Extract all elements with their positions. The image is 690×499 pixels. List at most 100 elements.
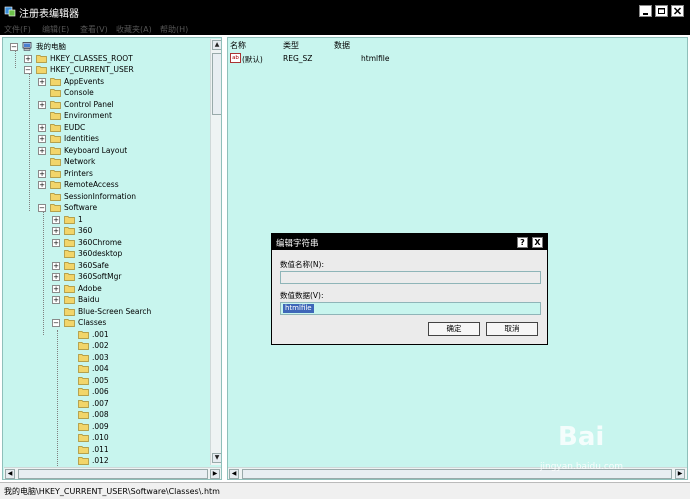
- tree-label: 我的电脑: [36, 42, 66, 51]
- folder-icon: [50, 146, 61, 155]
- folder-icon: [78, 330, 89, 339]
- expand-icon[interactable]: +: [52, 215, 60, 224]
- ok-button[interactable]: 确定: [428, 322, 480, 336]
- registry-tree[interactable]: − 我的电脑 + HKEY_CLASSES_ROOT − HKEY_CURRENT_U…: [2, 37, 222, 480]
- expand-icon[interactable]: +: [52, 296, 60, 304]
- tree-label: 360desktop: [78, 249, 123, 258]
- tree-label: .012: [92, 456, 109, 465]
- tree-label: SessionInformation: [64, 191, 137, 201]
- tree-horizontal-scrollbar[interactable]: ◀ ▶: [4, 467, 221, 479]
- scroll-down-arrow-icon[interactable]: ▼: [212, 453, 221, 463]
- tree-vertical-scrollbar[interactable]: ▲ ▼: [210, 39, 221, 465]
- tree-label: Classes: [78, 318, 107, 327]
- collapse-icon[interactable]: −: [24, 66, 32, 74]
- value-data-label: 数值数据(V):: [280, 291, 324, 300]
- folder-icon: [50, 192, 61, 201]
- folder-icon: [64, 250, 75, 258]
- collapse-icon[interactable]: −: [52, 319, 60, 327]
- tree-label: 360SoftMgr: [78, 272, 122, 281]
- close-icon: [673, 7, 682, 15]
- help-button[interactable]: ?: [517, 237, 528, 248]
- dialog-title: 编辑字符串: [276, 239, 319, 249]
- folder-icon: [78, 434, 89, 442]
- folder-icon: [78, 376, 89, 385]
- tree-label: EUDC: [64, 122, 86, 132]
- value-data-field[interactable]: htmlfile: [280, 302, 541, 315]
- menu-edit[interactable]: 编辑(E): [42, 24, 69, 35]
- menu-bar: 文件(F) 编辑(E) 查看(V) 收藏夹(A) 帮助(H): [0, 23, 690, 35]
- tree-label: .006: [92, 387, 109, 396]
- folder-icon: [78, 457, 89, 465]
- regedit-icon: [4, 6, 16, 17]
- tree-label: RemoteAccess: [64, 180, 119, 189]
- column-header-type[interactable]: 类型: [283, 40, 299, 51]
- folder-icon: [50, 169, 61, 178]
- dialog-close-button[interactable]: X: [532, 237, 543, 248]
- scroll-thumb[interactable]: [212, 53, 221, 115]
- maximize-button[interactable]: [655, 5, 668, 17]
- scroll-left-arrow-icon[interactable]: ◀: [5, 469, 15, 479]
- column-header-data[interactable]: 数据: [334, 40, 350, 51]
- edit-string-dialog: 编辑字符串 ? X 数值名称(N): 数值数据(V): htmlfile 确定 …: [271, 233, 548, 345]
- expand-icon[interactable]: +: [38, 181, 46, 189]
- folder-icon: [78, 353, 89, 362]
- expand-icon[interactable]: +: [52, 273, 60, 281]
- minimize-icon: [643, 13, 648, 15]
- close-button[interactable]: [671, 5, 684, 17]
- tree-label: .011: [92, 444, 109, 454]
- string-value-icon: ab: [230, 53, 241, 63]
- folder-icon: [64, 307, 75, 316]
- value-data-selection: htmlfile: [283, 304, 314, 313]
- folder-icon: [78, 388, 89, 396]
- expand-icon[interactable]: +: [52, 227, 60, 235]
- expand-icon[interactable]: +: [52, 261, 60, 270]
- expand-icon[interactable]: +: [38, 169, 46, 178]
- minimize-button[interactable]: [639, 5, 652, 17]
- expand-icon[interactable]: +: [52, 238, 60, 247]
- expand-icon[interactable]: +: [38, 146, 46, 155]
- value-name-label: 数值名称(N):: [280, 260, 324, 269]
- folder-icon: [50, 100, 61, 109]
- menu-help[interactable]: 帮助(H): [160, 24, 188, 35]
- tree-label: .001: [92, 329, 109, 339]
- scroll-up-arrow-icon[interactable]: ▲: [212, 40, 221, 50]
- folder-icon: [78, 342, 89, 350]
- folder-icon: [78, 445, 89, 454]
- menu-file[interactable]: 文件(F): [4, 24, 31, 35]
- expand-icon[interactable]: +: [52, 284, 60, 293]
- collapse-icon[interactable]: −: [10, 43, 18, 51]
- tree-label: .008: [92, 410, 109, 419]
- value-type: REG_SZ: [283, 54, 313, 63]
- expand-icon[interactable]: +: [38, 135, 46, 143]
- expand-icon[interactable]: +: [38, 123, 46, 132]
- tree-label: Network: [64, 157, 96, 166]
- menu-view[interactable]: 查看(V): [80, 24, 108, 35]
- tree-label: Control Panel: [64, 99, 114, 109]
- expand-icon[interactable]: +: [38, 77, 46, 86]
- expand-icon[interactable]: +: [38, 100, 46, 109]
- folder-icon: [50, 89, 61, 97]
- value-data: htmlfile: [361, 54, 390, 63]
- tree-label: Identities: [64, 134, 99, 143]
- tree-label: .005: [92, 375, 109, 385]
- folder-icon: [78, 411, 89, 419]
- tree-label: Blue-Screen Search: [78, 306, 152, 316]
- scroll-thumb-h[interactable]: [18, 469, 208, 479]
- scroll-left-arrow-icon[interactable]: ◀: [229, 469, 239, 479]
- watermark-logo: Bai: [558, 422, 605, 452]
- tree-label: 360: [78, 226, 93, 235]
- folder-icon: [64, 238, 75, 247]
- column-header-name[interactable]: 名称: [230, 40, 246, 51]
- tree-label: HKEY_CURRENT_USER: [50, 65, 134, 74]
- expand-icon[interactable]: +: [24, 54, 32, 63]
- folder-icon: [64, 296, 75, 304]
- folder-icon: [50, 112, 61, 120]
- scroll-right-arrow-icon[interactable]: ▶: [210, 469, 220, 479]
- value-name-field[interactable]: [280, 271, 541, 284]
- tree-label: Software: [64, 203, 98, 212]
- menu-favorites[interactable]: 收藏夹(A): [116, 24, 152, 35]
- maximize-icon: [658, 8, 665, 14]
- cancel-button[interactable]: 取消: [486, 322, 538, 336]
- collapse-icon[interactable]: −: [38, 204, 46, 212]
- tree-label: .004: [92, 364, 109, 373]
